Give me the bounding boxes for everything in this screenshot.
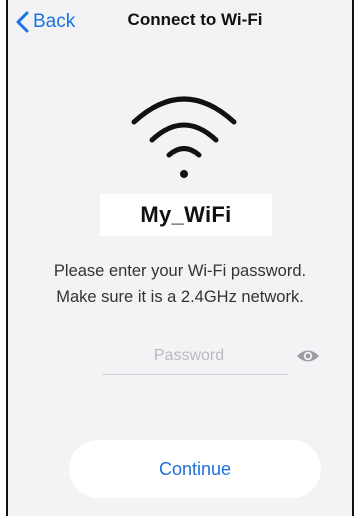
wifi-icon [131,96,237,178]
navigation-bar: Back Connect to Wi-Fi [8,0,352,44]
page-title: Connect to Wi-Fi [127,10,263,29]
screen: Back Connect to Wi-Fi My_WiFi Please ent… [6,0,354,516]
eye-icon[interactable] [296,348,320,364]
password-field [102,342,288,375]
network-name-card: My_WiFi [100,194,272,236]
continue-button[interactable]: Continue [69,440,321,498]
instruction-line: Make sure it is a 2.4GHz network. [56,288,304,306]
password-input[interactable] [114,342,264,370]
instruction-line: Please enter your Wi-Fi password. [53,262,307,280]
instructions: Please enter your Wi-Fi password. Make s… [8,258,352,310]
network-name: My_WiFi [140,202,232,227]
